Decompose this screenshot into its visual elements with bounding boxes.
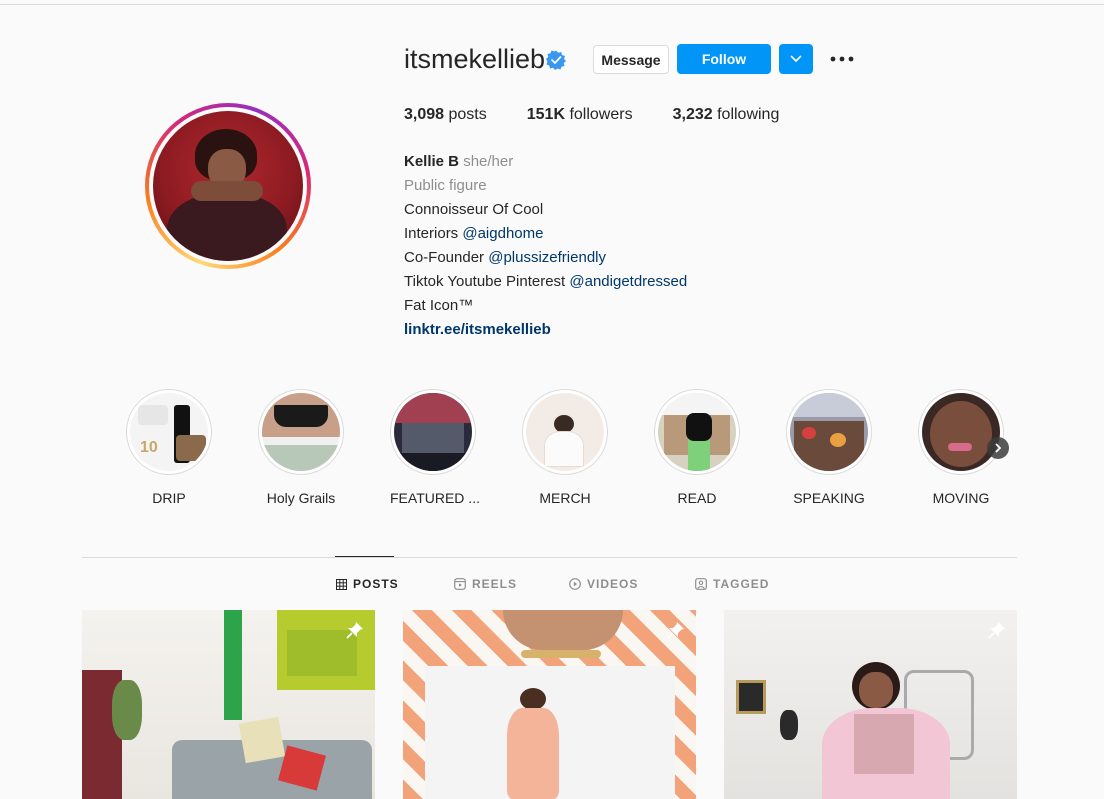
highlight-cover <box>526 393 604 471</box>
play-circle-icon <box>569 578 581 590</box>
highlight-cover <box>262 393 340 471</box>
more-options-button[interactable] <box>828 48 856 70</box>
highlight-merch[interactable]: MERCH <box>522 389 608 506</box>
tab-reels[interactable]: REELS <box>454 577 517 591</box>
highlight-label: Holy Grails <box>266 490 336 506</box>
mention-link[interactable]: @plussizefriendly <box>488 249 606 266</box>
chevron-right-icon <box>995 443 1002 453</box>
posts-stat: 3,098 posts <box>404 106 487 123</box>
bio-line: Connoisseur Of Cool <box>404 201 544 218</box>
tab-videos[interactable]: VIDEOS <box>569 577 638 591</box>
display-name: Kellie B <box>404 153 460 170</box>
highlight-label: MOVING <box>932 490 990 506</box>
post-thumbnail[interactable] <box>82 610 375 799</box>
highlight-cover <box>790 393 868 471</box>
profile-username: itsmekellieb <box>404 44 546 74</box>
suggested-accounts-dropdown-button[interactable] <box>779 44 813 74</box>
highlight-cover <box>394 393 472 471</box>
highlight-label: SPEAKING <box>793 490 865 506</box>
profile-avatar-story-ring[interactable] <box>145 103 311 269</box>
tab-posts[interactable]: POSTS <box>336 577 399 591</box>
verified-badge-icon <box>546 50 566 70</box>
chevron-down-icon <box>790 55 802 63</box>
reels-icon <box>454 578 466 590</box>
mention-link[interactable]: @andigetdressed <box>569 273 687 290</box>
highlight-label: DRIP <box>152 490 186 506</box>
followers-stat[interactable]: 151K followers <box>527 106 633 124</box>
mention-link[interactable]: @aigdhome <box>462 225 543 242</box>
bio-line: Interiors @aigdhome <box>404 225 544 242</box>
post-thumbnail[interactable] <box>403 610 696 799</box>
profile-bio: Kellie B she/her Public figure Connoisse… <box>404 150 687 342</box>
highlight-holy-grails[interactable]: Holy Grails <box>258 389 344 506</box>
external-link[interactable]: linktr.ee/itsmekellieb <box>404 318 687 342</box>
tabs-divider <box>82 557 1017 558</box>
tagged-icon <box>695 578 707 590</box>
message-button[interactable]: Message <box>593 45 669 74</box>
ellipsis-icon <box>830 56 854 62</box>
category-label: Public figure <box>404 177 487 194</box>
avatar <box>153 111 303 261</box>
highlight-label: FEATURED ... <box>390 490 480 506</box>
highlight-label: READ <box>677 490 717 506</box>
follow-button[interactable]: Follow <box>677 44 771 74</box>
highlight-label: MERCH <box>539 490 591 506</box>
pinned-post-icon <box>988 622 1005 639</box>
top-divider <box>0 4 1104 5</box>
grid-icon <box>336 578 347 590</box>
tab-tagged[interactable]: TAGGED <box>695 577 769 591</box>
highlight-cover: 10 <box>130 393 208 471</box>
highlight-drip[interactable]: 10 DRIP <box>126 389 212 506</box>
bio-line: Co-Founder @plussizefriendly <box>404 249 606 266</box>
following-stat[interactable]: 3,232 following <box>673 106 780 124</box>
highlight-speaking[interactable]: SPEAKING <box>786 389 872 506</box>
post-thumbnail[interactable] <box>724 610 1017 799</box>
pronouns: she/her <box>463 153 514 170</box>
highlight-cover <box>658 393 736 471</box>
highlights-next-button[interactable] <box>987 437 1009 459</box>
pinned-post-icon <box>667 622 684 639</box>
profile-stats: 3,098 posts 151K followers 3,232 followi… <box>404 106 819 124</box>
highlight-read[interactable]: READ <box>654 389 740 506</box>
pinned-post-icon <box>346 622 363 639</box>
highlight-cover <box>922 393 1000 471</box>
active-tab-indicator <box>335 556 394 557</box>
bio-line: Tiktok Youtube Pinterest @andigetdressed <box>404 273 688 290</box>
bio-line: Fat Icon™ <box>404 297 474 314</box>
highlight-featured[interactable]: FEATURED ... <box>390 389 480 506</box>
